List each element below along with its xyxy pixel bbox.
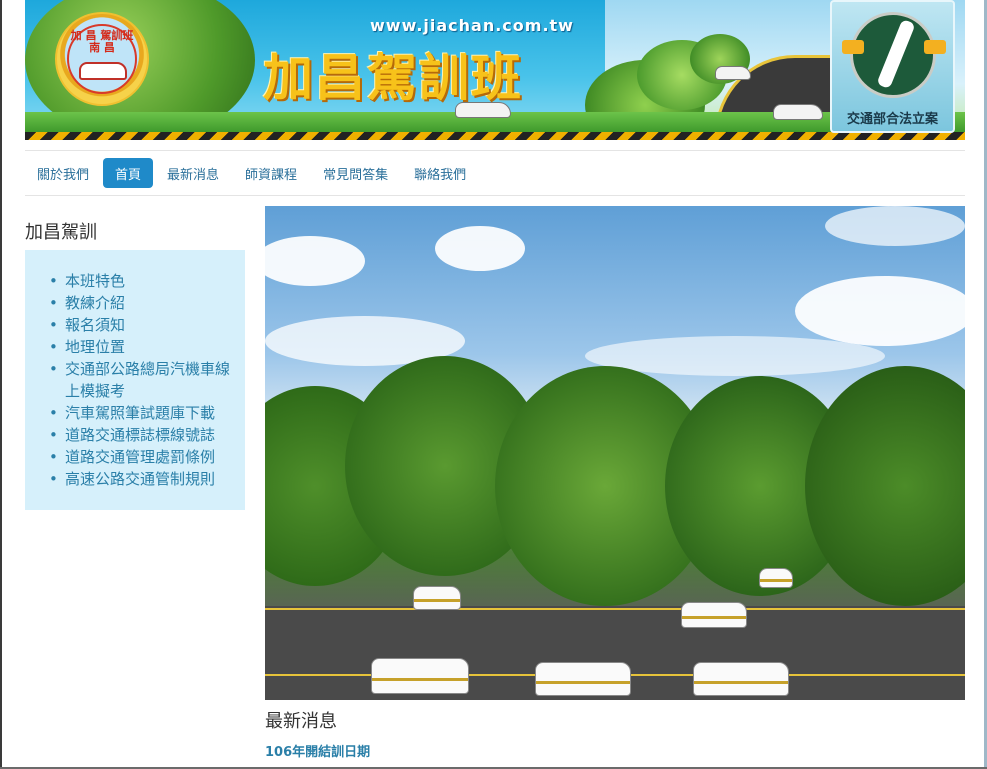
sidebar-item-road-signs[interactable]: • 道路交通標誌標線號誌 [45, 424, 237, 446]
cloud-shape [825, 206, 965, 246]
tree-canopy [805, 366, 965, 606]
banner-hazard-stripe [25, 132, 965, 140]
cloud-shape [435, 226, 525, 271]
news-item-link[interactable]: 106年開結訓日期 [265, 741, 370, 760]
seal-text: 加 昌 駕訓班 南 昌 [70, 29, 134, 54]
sidebar-item-label[interactable]: 道路交通標誌標線號誌 [65, 426, 215, 444]
bullet-icon: • [49, 294, 58, 312]
sidebar-title: 加昌駕訓 [25, 222, 97, 243]
sidebar-item-label[interactable]: 本班特色 [65, 272, 125, 290]
sidebar-item-registration[interactable]: • 報名須知 [45, 314, 237, 336]
training-car [413, 586, 461, 610]
training-car [759, 568, 793, 588]
banner-car-icon [773, 104, 823, 120]
nav-item-courses[interactable]: 師資課程 [233, 158, 309, 188]
badge-emblem-icon [850, 12, 936, 98]
nav-item-home[interactable]: 首頁 [103, 158, 154, 188]
nav-item-news[interactable]: 最新消息 [155, 158, 231, 188]
sidebar-item-penalty-rules[interactable]: • 道路交通管理處罰條例 [45, 446, 237, 468]
bullet-icon: • [49, 404, 58, 422]
bullet-icon: • [49, 272, 58, 290]
sidebar-item-instructors[interactable]: • 教練介紹 [45, 292, 237, 314]
sidebar-item-label[interactable]: 高速公路交通管制規則 [65, 470, 215, 488]
news-section-title: 最新消息 [265, 711, 337, 732]
badge-bar-icon [924, 40, 946, 54]
badge-slash-icon [876, 18, 916, 90]
nav-divider-top [25, 150, 965, 151]
bullet-icon: • [49, 316, 58, 334]
sidebar-item-location[interactable]: • 地理位置 [45, 336, 237, 358]
banner-car-icon [455, 102, 511, 118]
nav-item-about[interactable]: 關於我們 [25, 158, 101, 188]
training-car [681, 602, 747, 628]
site-banner: 加 昌 駕訓班 南 昌 www.jiachan.com.tw 加昌駕訓班 交通部… [25, 0, 965, 140]
site-title: 加昌駕訓班 [263, 49, 523, 107]
training-car [535, 662, 631, 696]
nav-item-faq[interactable]: 常見問答集 [311, 158, 400, 188]
bullet-icon: • [49, 360, 58, 378]
seal-car-icon [79, 62, 127, 80]
badge-label: 交通部合法立案 [846, 112, 938, 127]
sidebar-item-question-bank[interactable]: • 汽車駕照筆試題庫下載 [45, 402, 237, 424]
sidebar-item-label[interactable]: 教練介紹 [65, 294, 125, 312]
training-car [371, 658, 469, 694]
nav-divider-bottom [25, 195, 965, 196]
banner-car-icon [715, 66, 751, 80]
sidebar-item-label[interactable]: 地理位置 [65, 338, 125, 356]
site-url: www.jiachan.com.tw [370, 16, 574, 35]
main-nav: 關於我們 首頁 最新消息 師資課程 常見問答集 聯絡我們 [25, 158, 480, 188]
window-left-border [0, 0, 2, 769]
lane-marking [265, 608, 965, 610]
cloud-shape [795, 276, 965, 346]
sidebar-item-highway-rules[interactable]: • 高速公路交通管制規則 [45, 468, 237, 490]
sidebar-item-mock-exam[interactable]: • 交通部公路總局汽機車線上模擬考 [45, 358, 237, 402]
nav-item-contact[interactable]: 聯絡我們 [402, 158, 478, 188]
sidebar-item-label[interactable]: 報名須知 [65, 316, 125, 334]
legal-registration-badge: 交通部合法立案 [830, 0, 955, 133]
sidebar-menu: • 本班特色 • 教練介紹 • 報名須知 • 地理位置 • 交通部公路總局汽機車線上模擬考… [25, 250, 245, 510]
cloud-shape [265, 236, 365, 286]
hero-photo [265, 206, 965, 700]
school-seal-logo: 加 昌 駕訓班 南 昌 [55, 12, 149, 106]
sidebar-item-label[interactable]: 交通部公路總局汽機車線上模擬考 [65, 360, 230, 400]
bullet-icon: • [49, 338, 58, 356]
sidebar-item-label[interactable]: 道路交通管理處罰條例 [65, 448, 215, 466]
bullet-icon: • [49, 448, 58, 466]
bullet-icon: • [49, 426, 58, 444]
sidebar-list: • 本班特色 • 教練介紹 • 報名須知 • 地理位置 • 交通部公路總局汽機車線上模擬考… [45, 270, 237, 490]
sidebar-item-features[interactable]: • 本班特色 [45, 270, 237, 292]
bullet-icon: • [49, 470, 58, 488]
sidebar-item-label[interactable]: 汽車駕照筆試題庫下載 [65, 404, 215, 422]
badge-bar-icon [842, 40, 864, 54]
training-car [693, 662, 789, 696]
